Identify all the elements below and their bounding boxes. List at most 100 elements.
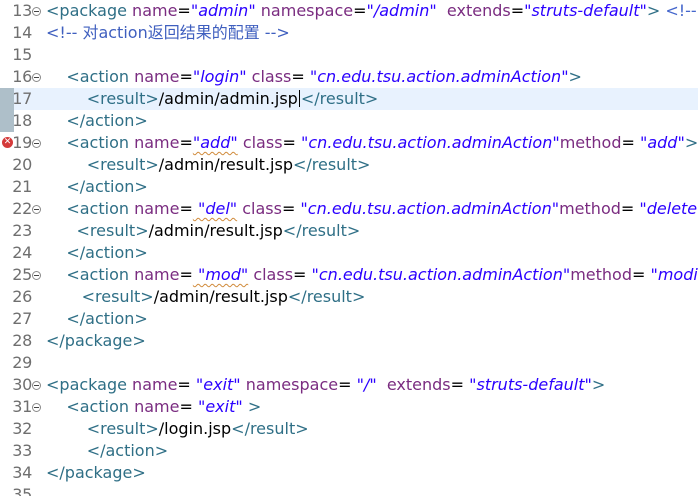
code-line[interactable]: 20 <result>/admin/result.jsp</result> <box>0 154 698 176</box>
code-line[interactable]: 35 <box>0 484 698 496</box>
code-line[interactable]: 26 <result>/admin/result.jsp</result> <box>0 286 698 308</box>
code-editor[interactable]: 13 <package name="admin" namespace="/admi… <box>0 0 698 496</box>
code-line[interactable]: 14 <!-- 对action返回结果的配置 --> <box>0 22 698 44</box>
code-content[interactable]: <action name="add" class= "cn.edu.tsu.ac… <box>46 132 698 154</box>
code-content[interactable]: <!-- 对action返回结果的配置 --> <box>46 22 290 44</box>
code-line[interactable]: 29 <box>0 352 698 374</box>
fold-toggle-icon[interactable] <box>32 403 41 412</box>
xml-attribute: namespace <box>245 375 339 394</box>
code-line[interactable]: 15 <box>0 44 698 66</box>
xml-attribute-value: "exit" <box>190 375 241 394</box>
line-number: 14 <box>12 23 32 42</box>
line-number: 29 <box>12 353 32 372</box>
code-content[interactable]: <action name= "exit" > <box>46 396 261 418</box>
code-content[interactable]: </package> <box>46 462 146 484</box>
xml-attribute-value: "cn.edu.tsu.action.adminAction" <box>306 265 571 284</box>
fold-toggle-icon[interactable] <box>32 73 41 82</box>
xml-tag: </result> <box>287 287 366 306</box>
code-line[interactable]: 25 <action name= "mod" class= "cn.edu.ts… <box>0 264 698 286</box>
code-content[interactable]: </action> <box>46 176 148 198</box>
xml-attribute: class <box>242 199 282 218</box>
xml-tag: <result> <box>86 419 159 438</box>
xml-tag: <result> <box>81 287 154 306</box>
xml-tag: </result> <box>282 221 361 240</box>
line-number: 34 <box>12 463 32 482</box>
code-content[interactable]: </action> <box>46 440 168 462</box>
xml-attribute-value: "cn.edu.tsu.action.adminAction" <box>295 133 560 152</box>
code-line[interactable]: 13 <package name="admin" namespace="/admi… <box>0 0 698 22</box>
code-text: = <box>179 133 193 152</box>
line-number: 31 <box>12 397 32 416</box>
code-line[interactable]: 27 </action> <box>0 308 698 330</box>
code-line[interactable]: 16 <action name="login" class= "cn.edu.t… <box>0 66 698 88</box>
code-text: = <box>291 67 305 86</box>
code-content[interactable]: <result>/admin/result.jsp</result> <box>46 286 366 308</box>
code-text: = <box>179 397 193 416</box>
fold-toggle-icon[interactable] <box>32 381 41 390</box>
fold-toggle-icon[interactable] <box>32 7 41 16</box>
xml-comment: <!-- 定义一 <box>665 1 697 20</box>
code-line[interactable]: 18 </action> <box>0 110 698 132</box>
code-content[interactable]: <action name= "mod" class= "cn.edu.tsu.a… <box>46 264 698 286</box>
line-number: 33 <box>12 441 32 460</box>
code-content[interactable]: <result>/admin/result.jsp</result> <box>46 154 371 176</box>
line-number: 27 <box>12 309 32 328</box>
code-content[interactable]: <action name= "del" class= "cn.edu.tsu.a… <box>46 198 698 220</box>
code-line[interactable]: 23 <result>/admin/result.jsp</result> <box>0 220 698 242</box>
code-line[interactable]: 31 <action name= "exit" > <box>0 396 698 418</box>
code-content[interactable]: </package> <box>46 330 146 352</box>
code-content[interactable]: <result>/login.jsp</result> <box>46 418 309 440</box>
line-number: 25 <box>12 265 32 284</box>
xml-attribute-value: "struts-default" <box>464 375 592 394</box>
xml-attribute: name <box>132 1 178 20</box>
xml-tag: <action <box>66 67 135 86</box>
line-number: 24 <box>12 243 32 262</box>
fold-toggle-icon[interactable] <box>32 139 41 148</box>
xml-tag: </action> <box>66 177 148 196</box>
line-number: 20 <box>12 155 32 174</box>
xml-attribute: name <box>134 67 180 86</box>
code-content[interactable]: </action> <box>46 308 147 330</box>
xml-attribute-value: "/admin" <box>366 1 437 20</box>
line-number: 32 <box>12 419 32 438</box>
xml-tag: > <box>568 67 582 86</box>
text-caret <box>298 90 300 107</box>
fold-toggle-icon[interactable] <box>32 205 41 214</box>
code-line[interactable]: 28 </package> <box>0 330 698 352</box>
code-content[interactable]: <result>/admin/admin.jsp </result> <box>46 88 379 110</box>
code-line[interactable]: 24 </action> <box>0 242 698 264</box>
code-content[interactable]: <action name="login" class= "cn.edu.tsu.… <box>46 66 582 88</box>
code-text: /login.jsp <box>158 419 232 438</box>
xml-attribute-value: "cn.edu.tsu.action.adminAction" <box>304 67 569 86</box>
code-content[interactable]: <result>/admin/result.jsp</result> <box>46 220 361 242</box>
code-line[interactable]: 21 </action> <box>0 176 698 198</box>
xml-tag: </result> <box>292 155 371 174</box>
xml-attribute: class <box>251 67 292 86</box>
xml-attribute-value: "del" <box>192 199 238 218</box>
xml-tag: <package <box>46 375 133 394</box>
xml-attribute-value: "delete" <box>634 199 698 218</box>
xml-attribute-value: "struts-default" <box>524 1 647 20</box>
code-content[interactable]: </action> <box>46 110 147 132</box>
code-content[interactable]: </action> <box>46 242 147 264</box>
xml-attribute: class <box>242 133 283 152</box>
code-line[interactable]: ✕ 19 <action name="add" class= "cn.edu.ts… <box>0 132 698 154</box>
code-line[interactable]: 22 <action name= "del" class= "cn.edu.ts… <box>0 198 698 220</box>
code-content[interactable]: <package name="admin" namespace="/admin"… <box>46 0 698 22</box>
xml-tag: <result> <box>76 221 149 240</box>
line-number: 22 <box>12 199 32 218</box>
code-content[interactable]: <package name= "exit" namespace= "/" ext… <box>46 374 605 396</box>
xml-tag: <action <box>66 199 135 218</box>
xml-attribute: name <box>134 133 180 152</box>
line-number: 28 <box>12 331 32 350</box>
code-line[interactable]: 17 <result>/admin/admin.jsp </result> <box>0 88 698 110</box>
line-number: 19 <box>12 133 32 152</box>
code-line[interactable]: 34 </package> <box>0 462 698 484</box>
code-line[interactable]: 30 <package name= "exit" namespace= "/" e… <box>0 374 698 396</box>
fold-toggle-icon[interactable] <box>32 271 41 280</box>
code-line[interactable]: 33 </action> <box>0 440 698 462</box>
code-line[interactable]: 32 <result>/login.jsp</result> <box>0 418 698 440</box>
xml-attribute: extends <box>446 1 511 20</box>
xml-attribute: namespace <box>260 1 354 20</box>
code-text: = <box>338 375 352 394</box>
